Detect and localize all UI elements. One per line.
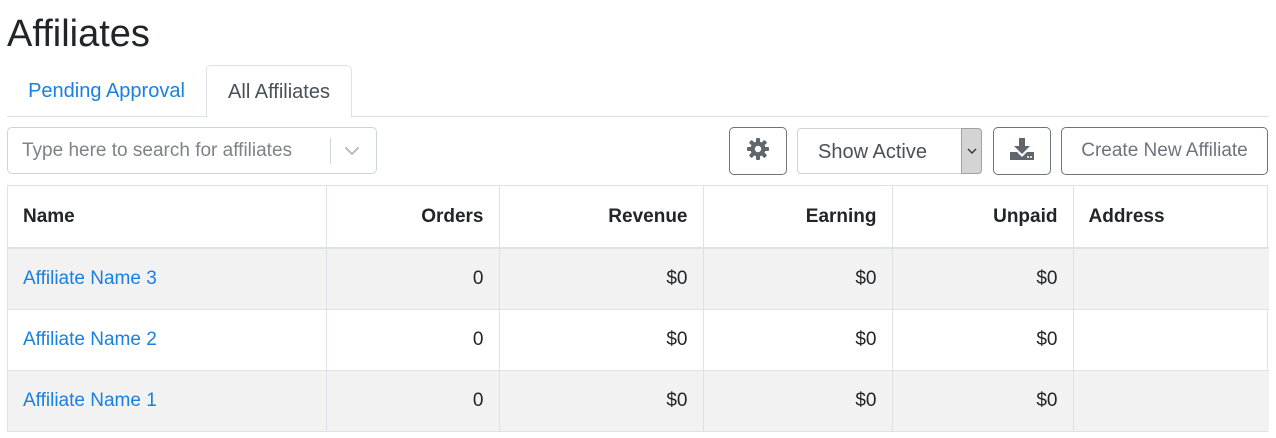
column-header-earning[interactable]: Earning: [703, 186, 893, 249]
orders-cell: 0: [326, 369, 500, 431]
column-header-revenue[interactable]: Revenue: [499, 186, 704, 249]
export-button[interactable]: [993, 127, 1051, 175]
revenue-cell: $0: [499, 308, 704, 370]
table-row: Affiliate Name 2 0 $0 $0 $0: [8, 308, 1269, 370]
column-header-name[interactable]: Name: [8, 186, 327, 249]
column-header-address[interactable]: Address: [1073, 186, 1269, 249]
column-header-orders[interactable]: Orders: [326, 186, 500, 249]
orders-cell: 0: [326, 247, 500, 309]
unpaid-cell: $0: [892, 247, 1074, 309]
orders-cell: 0: [326, 308, 500, 370]
tab-bar: Pending Approval All Affiliates: [7, 65, 1269, 118]
affiliates-page: Affiliates Pending Approval All Affiliat…: [0, 0, 1276, 438]
table-row: Affiliate Name 3 0 $0 $0 $0: [8, 247, 1269, 309]
earning-cell: $0: [703, 308, 893, 370]
revenue-cell: $0: [499, 247, 704, 309]
unpaid-cell: $0: [892, 369, 1074, 431]
address-cell: [1073, 308, 1269, 370]
search-input[interactable]: [8, 128, 328, 173]
create-new-affiliate-button[interactable]: Create New Affiliate: [1061, 127, 1268, 175]
affiliate-search[interactable]: [7, 127, 377, 174]
tab-all-affiliates[interactable]: All Affiliates: [206, 65, 352, 118]
affiliate-name-link[interactable]: Affiliate Name 1: [23, 390, 157, 411]
address-cell: [1073, 369, 1269, 431]
revenue-cell: $0: [499, 369, 704, 431]
column-header-unpaid[interactable]: Unpaid: [892, 186, 1074, 249]
download-icon: [1009, 136, 1035, 167]
search-divider: [330, 138, 331, 164]
status-filter-select[interactable]: Show Active: [797, 128, 982, 174]
select-value: Show Active: [818, 141, 927, 163]
table-header-row: Name Orders Revenue Earning Unpaid Addre…: [8, 186, 1269, 249]
settings-button[interactable]: [729, 127, 787, 175]
chevron-down-icon[interactable]: [341, 141, 363, 161]
gear-icon: [746, 137, 770, 166]
address-cell: [1073, 247, 1269, 309]
unpaid-cell: $0: [892, 308, 1074, 370]
table-row: Affiliate Name 1 0 $0 $0 $0: [8, 369, 1269, 431]
earning-cell: $0: [703, 369, 893, 431]
affiliate-name-link[interactable]: Affiliate Name 2: [23, 329, 157, 350]
earning-cell: $0: [703, 247, 893, 309]
select-arrow-icon[interactable]: [961, 128, 982, 174]
affiliates-table: Name Orders Revenue Earning Unpaid Addre…: [7, 185, 1269, 432]
affiliate-name-link[interactable]: Affiliate Name 3: [23, 268, 157, 289]
tab-pending-approval[interactable]: Pending Approval: [7, 65, 206, 117]
page-title: Affiliates: [7, 13, 150, 55]
